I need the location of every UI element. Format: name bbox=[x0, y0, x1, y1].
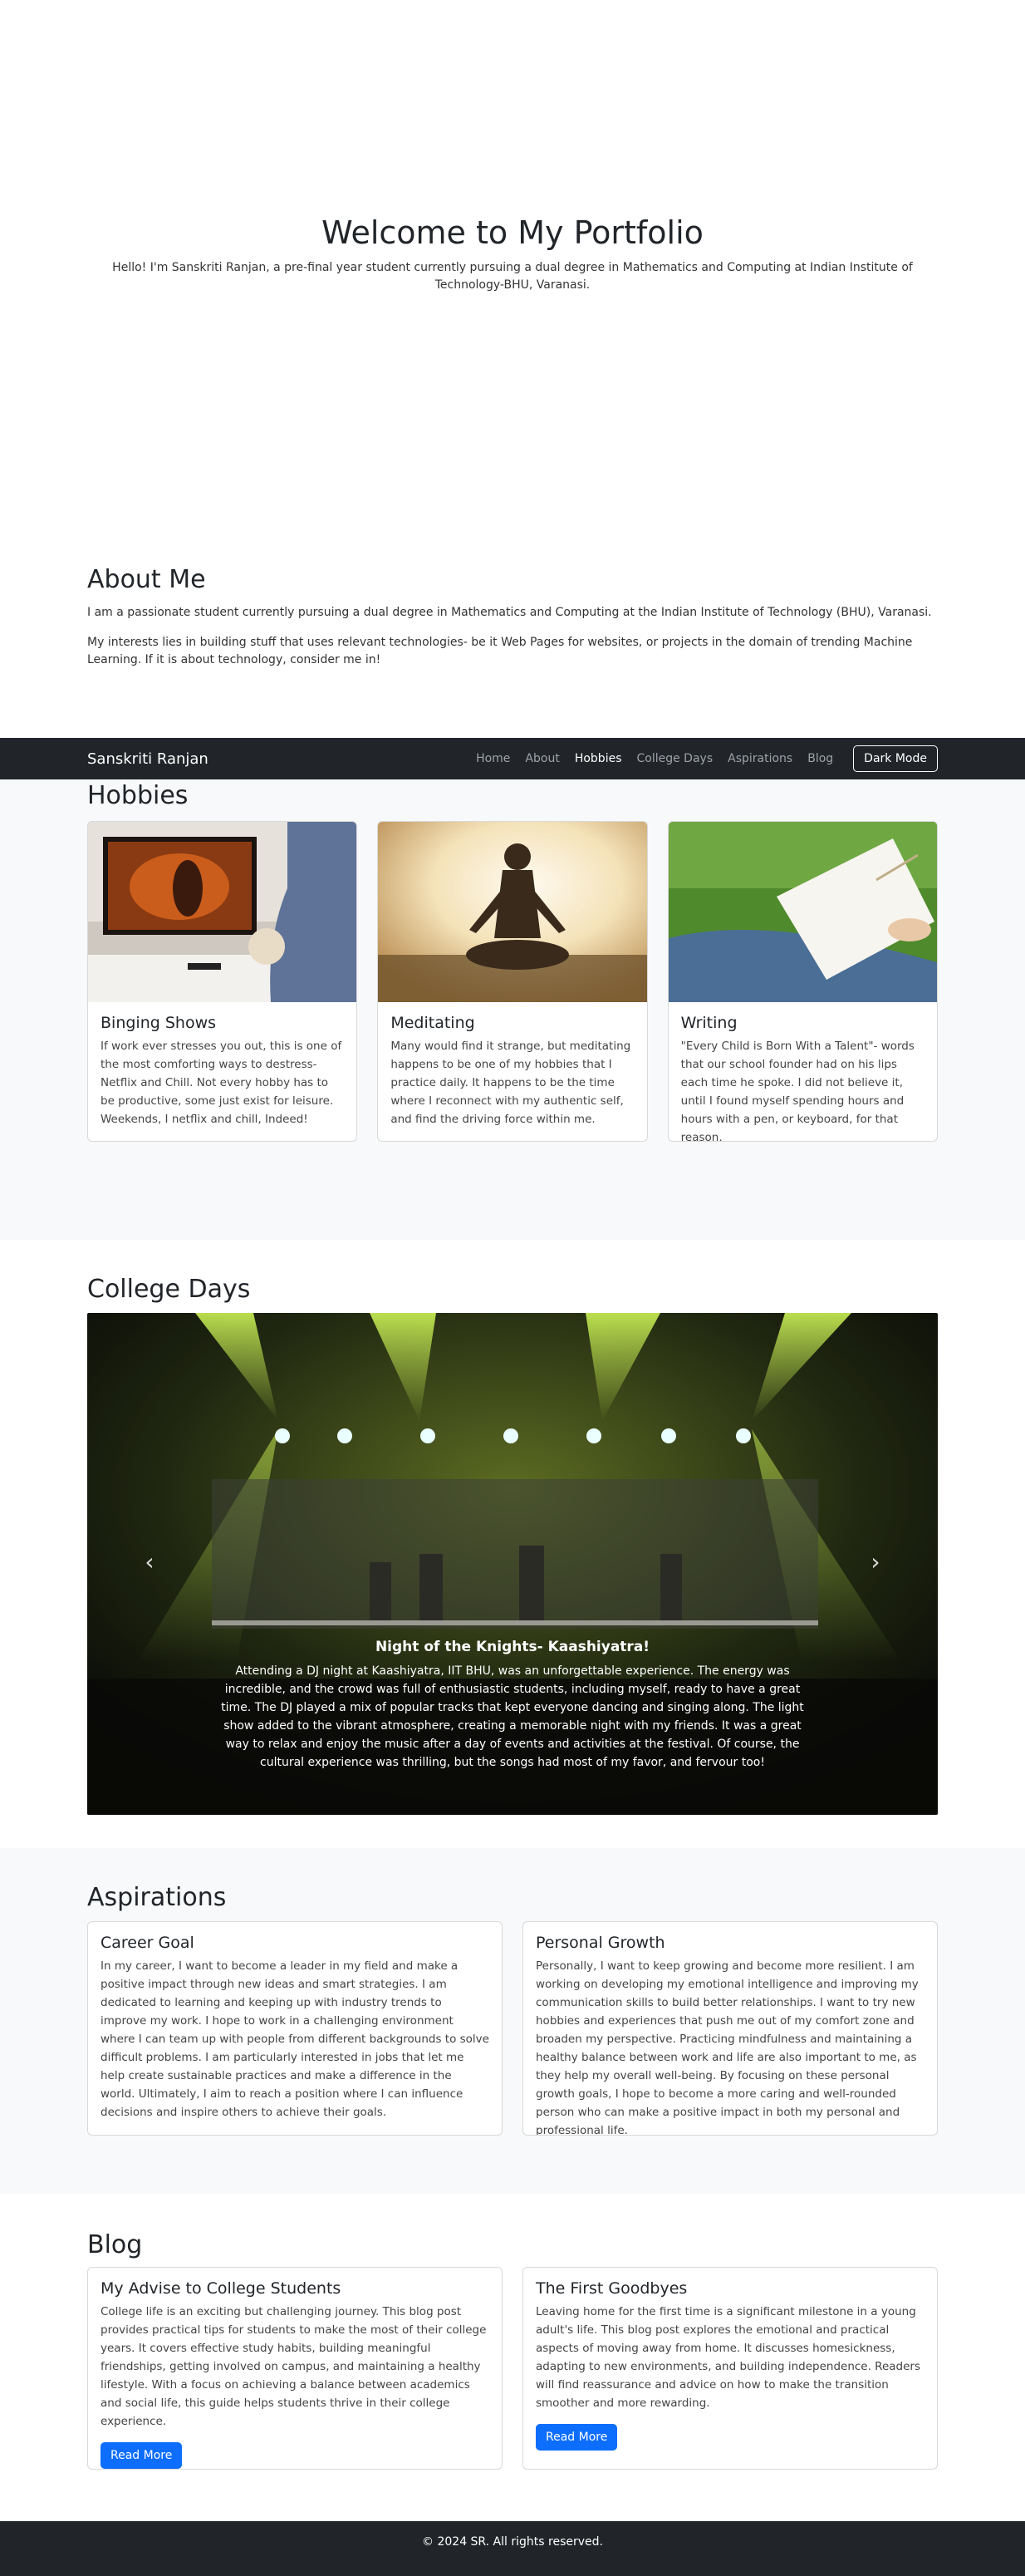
navbar: Sanskriti Ranjan Home About Hobbies Coll… bbox=[0, 738, 1025, 779]
hobbies-title: Hobbies bbox=[87, 781, 189, 810]
blog-title: Blog bbox=[87, 2230, 143, 2259]
blog-post-title: The First Goodbyes bbox=[536, 2279, 688, 2298]
nav-link-aspirations[interactable]: Aspirations bbox=[728, 752, 792, 765]
hobby-text-writing: "Every Child is Born With a Talent"- wor… bbox=[680, 1040, 915, 1142]
aspirations-section: Aspirations Career Goal In my career, I … bbox=[0, 1848, 1025, 2194]
college-days-title: College Days bbox=[87, 1275, 251, 1304]
about-title: About Me bbox=[87, 565, 206, 594]
carousel-next-icon[interactable]: › bbox=[863, 1550, 888, 1575]
about-paragraph-2: My interests lies in building stuff that… bbox=[87, 636, 913, 666]
aspiration-card-career: Career Goal In my career, I want to beco… bbox=[87, 1921, 503, 2136]
hobby-card-meditating: Meditating Many would find it strange, b… bbox=[377, 821, 648, 1142]
nav-link-about[interactable]: About bbox=[525, 752, 559, 765]
read-more-button[interactable]: Read More bbox=[101, 2442, 183, 2469]
nav-link-college-days[interactable]: College Days bbox=[637, 752, 714, 765]
carousel-caption: Night of the Knights- Kaashiyatra! Atten… bbox=[217, 1639, 808, 1772]
blog-section: Blog My Advise to College Students Colle… bbox=[0, 2194, 1025, 2521]
nav-link-blog[interactable]: Blog bbox=[807, 752, 833, 765]
aspiration-text-career: In my career, I want to become a leader … bbox=[101, 1959, 489, 2119]
aspiration-card-personal: Personal Growth Personally, I want to ke… bbox=[522, 1921, 938, 2136]
hobby-title-binging: Binging Shows bbox=[101, 1014, 217, 1032]
aspirations-title: Aspirations bbox=[87, 1883, 227, 1912]
dark-mode-button[interactable]: Dark Mode bbox=[853, 745, 938, 772]
aspiration-text-personal: Personally, I want to keep growing and b… bbox=[536, 1959, 919, 2136]
blog-post-title: My Advise to College Students bbox=[101, 2279, 341, 2298]
hobby-title-writing: Writing bbox=[680, 1014, 738, 1032]
college-days-section: College Days ‹ › Night of the Knights- K… bbox=[0, 1240, 1025, 1848]
footer-copyright: © 2024 SR. All rights reserved. bbox=[422, 2535, 603, 2549]
footer: © 2024 SR. All rights reserved. bbox=[0, 2521, 1025, 2576]
nav-links: Home About Hobbies College Days Aspirati… bbox=[476, 745, 938, 772]
carousel-prev-icon[interactable]: ‹ bbox=[137, 1550, 162, 1575]
nav-link-hobbies[interactable]: Hobbies bbox=[575, 752, 622, 765]
aspiration-title-career: Career Goal bbox=[101, 1934, 194, 1952]
hero-title: Welcome to My Portfolio bbox=[321, 214, 704, 251]
hobby-card-binging: Binging Shows If work ever stresses you … bbox=[87, 821, 358, 1142]
hero-section: Welcome to My Portfolio Hello! I'm Sansk… bbox=[0, 0, 1025, 532]
read-more-button[interactable]: Read More bbox=[536, 2424, 618, 2451]
meditating-image bbox=[378, 822, 647, 1002]
hobby-text-meditating: Many would find it strange, but meditati… bbox=[390, 1040, 631, 1126]
navbar-brand[interactable]: Sanskriti Ranjan bbox=[87, 750, 208, 768]
carousel-caption-text: Attending a DJ night at Kaashiyatra, IIT… bbox=[221, 1664, 804, 1769]
hobby-card-writing: Writing "Every Child is Born With a Tale… bbox=[667, 821, 938, 1142]
blog-post-text: Leaving home for the first time is a sig… bbox=[536, 2305, 920, 2410]
about-section: About Me I am a passionate student curre… bbox=[0, 565, 1025, 738]
blog-post-text: College life is an exciting but challeng… bbox=[101, 2305, 487, 2428]
binging-shows-image bbox=[88, 822, 357, 1002]
carousel-caption-title: Night of the Knights- Kaashiyatra! bbox=[375, 1639, 650, 1655]
blog-card-advise: My Advise to College Students College li… bbox=[87, 2267, 503, 2470]
nav-link-home[interactable]: Home bbox=[476, 752, 510, 765]
hero-subtitle: Hello! I'm Sanskriti Ranjan, a pre-final… bbox=[112, 261, 913, 292]
blog-card-goodbyes: The First Goodbyes Leaving home for the … bbox=[522, 2267, 938, 2470]
writing-image bbox=[668, 822, 937, 1002]
hobbies-section: Hobbies Binging Shows If work ever stres… bbox=[0, 779, 1025, 1240]
hobby-text-binging: If work ever stresses you out, this is o… bbox=[101, 1040, 342, 1126]
hobby-title-meditating: Meditating bbox=[390, 1014, 475, 1032]
about-paragraph-1: I am a passionate student currently purs… bbox=[87, 606, 932, 619]
aspiration-title-personal: Personal Growth bbox=[536, 1934, 665, 1952]
college-carousel[interactable]: ‹ › Night of the Knights- Kaashiyatra! A… bbox=[87, 1313, 938, 1815]
